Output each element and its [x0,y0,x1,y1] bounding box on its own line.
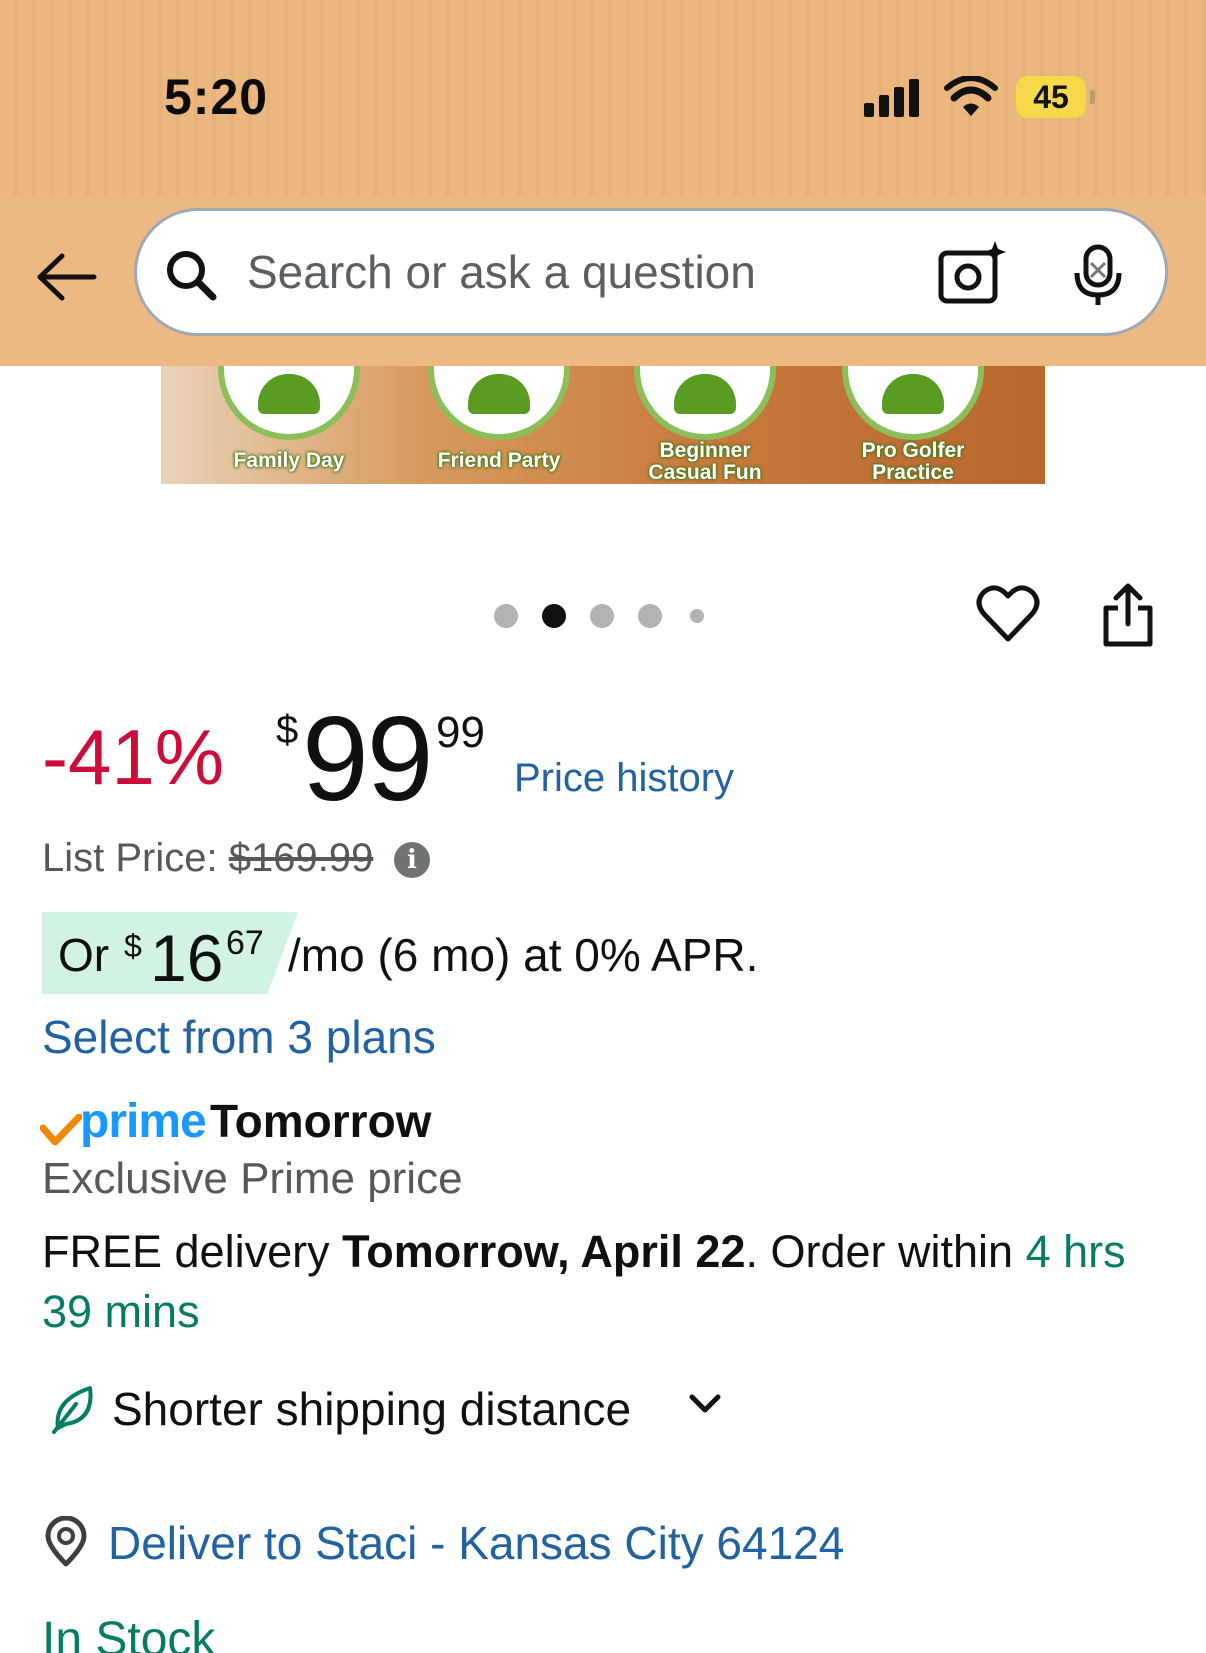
delivery-message: FREE delivery Tomorrow, April 22. Order … [42,1222,1162,1342]
installment-terms: /mo (6 mo) at 0% APR. [288,929,759,981]
pro-golfer-practice-icon [842,366,984,440]
exclusive-prime-price: Exclusive Prime price [42,1154,463,1203]
leaf-icon [52,1386,93,1434]
price-currency: $ [276,708,299,752]
banner-label: Beginner Casual Fun [648,439,762,484]
price-whole: 99 [302,692,433,826]
delivery-middle: . Order within [745,1226,1026,1277]
banner-label: Family Day [233,449,345,472]
list-price: List Price: $169.99 [42,836,373,881]
prime-logo: prime [80,1095,207,1148]
list-price-value: $169.99 [228,836,374,880]
location-pin-icon [45,1516,87,1567]
chevron-down-icon[interactable] [688,1392,722,1416]
prime-delivery-day: Tomorrow [210,1095,432,1147]
search-icon [167,251,217,301]
product-image-carousel[interactable]: Family Day Friend Party Beginner Casual … [161,366,1045,484]
carousel-dot[interactable] [690,609,704,623]
family-day-icon [218,366,360,440]
microphone-icon[interactable] [1071,243,1125,309]
installment-fraction: 67 [226,924,264,962]
discount-percentage: -41% [42,713,225,801]
status-time: 5:20 [164,69,269,125]
installment-whole: 16 [150,921,224,995]
wifi-icon [944,76,998,116]
info-icon[interactable]: i [394,842,430,878]
list-price-label: List Price: [42,836,218,880]
shorter-shipping-distance[interactable]: Shorter shipping distance [112,1382,631,1436]
installment-currency: $ [124,928,142,964]
delivery-date: Tomorrow, April 22 [342,1226,746,1277]
carousel-dot-active[interactable] [542,604,566,628]
share-icon[interactable] [1100,582,1156,648]
camera-search-icon[interactable] [937,239,1007,307]
battery-indicator: 45 [1016,76,1095,118]
search-bar[interactable] [134,208,1168,336]
beginner-casual-fun-icon [634,366,776,440]
prime-check-icon [40,1114,82,1146]
carousel-dot[interactable] [638,604,662,628]
heart-icon[interactable] [976,584,1040,644]
price-fraction: 99 [436,708,485,757]
banner-item: Pro Golfer Practice [813,366,1013,484]
friend-party-icon [428,366,570,440]
banner-item: Beginner Casual Fun [605,366,805,484]
back-arrow-icon[interactable] [34,252,98,302]
delivery-prefix: FREE delivery [42,1226,343,1277]
installment-or: Or [58,929,110,981]
deliver-to-link[interactable]: Deliver to Staci - Kansas City 64124 [108,1516,844,1570]
battery-level: 45 [1033,78,1069,115]
price-history-link[interactable]: Price history [514,756,734,801]
cellular-signal-icon [864,79,924,117]
stock-status: In Stock [42,1613,216,1653]
search-input[interactable] [247,241,847,303]
banner-label: Pro Golfer Practice [861,439,965,484]
banner-item: Friend Party [399,366,599,484]
banner-label: Friend Party [437,449,561,472]
carousel-dot[interactable] [590,604,614,628]
carousel-dot[interactable] [494,604,518,628]
banner-item: Family Day [189,366,389,484]
select-plans-link[interactable]: Select from 3 plans [42,1010,436,1064]
